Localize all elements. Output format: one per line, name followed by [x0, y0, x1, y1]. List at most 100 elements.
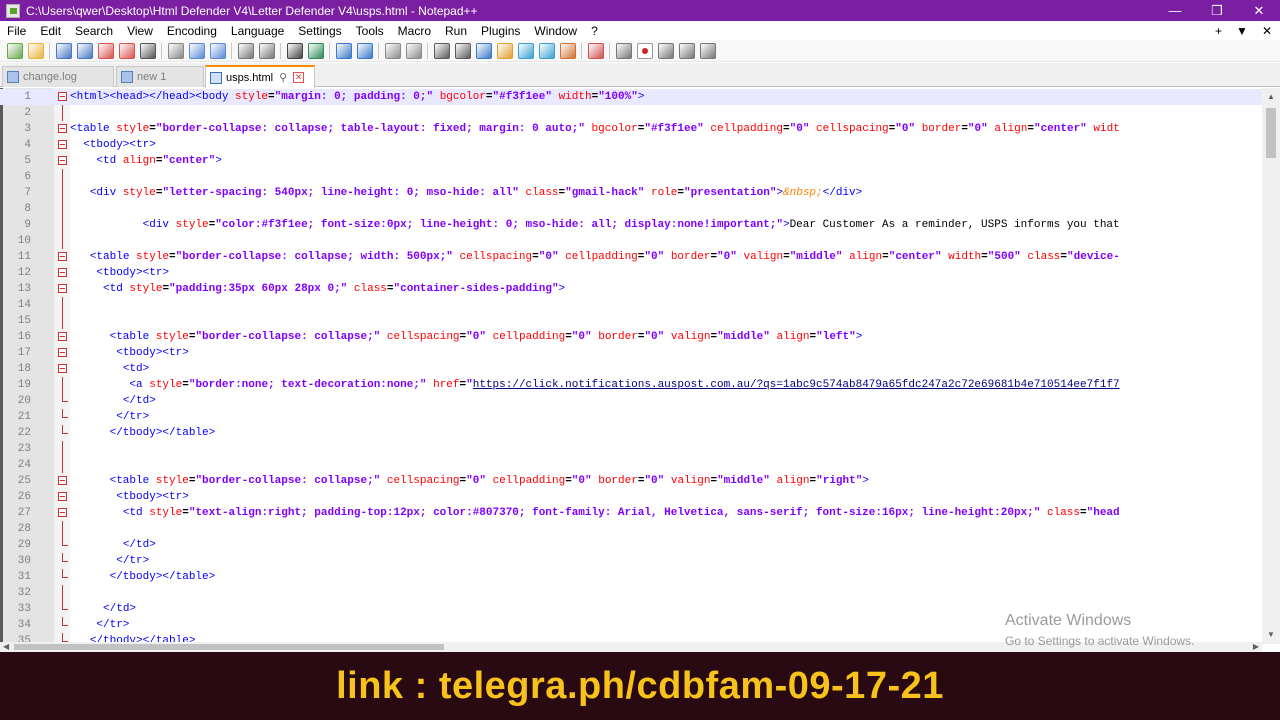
menu-edit[interactable]: Edit	[33, 24, 68, 38]
code-line[interactable]: 18 <td>	[0, 361, 1262, 377]
doc-map-icon[interactable]	[517, 42, 534, 59]
replace-icon[interactable]	[307, 42, 324, 59]
menu-settings[interactable]: Settings	[291, 24, 348, 38]
code-line[interactable]: 22 </tbody></table>	[0, 425, 1262, 441]
menu-macro[interactable]: Macro	[391, 24, 438, 38]
tab-usps-html[interactable]: usps.html ⚲ ✕	[205, 65, 315, 88]
fold-toggle-icon[interactable]	[58, 124, 67, 133]
indent-guide-icon[interactable]	[475, 42, 492, 59]
code-line[interactable]: 14	[0, 297, 1262, 313]
menu-window[interactable]: Window	[527, 24, 584, 38]
code-line[interactable]: 3 <table style="border-collapse: collapse…	[0, 121, 1262, 137]
record-macro-icon[interactable]	[615, 42, 632, 59]
zoom-out-icon[interactable]	[356, 42, 373, 59]
horizontal-scroll-thumb[interactable]	[14, 644, 444, 650]
code-line[interactable]: 7 <div style="letter-spacing: 540px; lin…	[0, 185, 1262, 201]
scroll-left-arrow-icon[interactable]: ◀	[3, 642, 9, 652]
code-line[interactable]: 11 <table style="border-collapse: collap…	[0, 249, 1262, 265]
menu-view[interactable]: View	[120, 24, 160, 38]
code-line[interactable]: 24	[0, 457, 1262, 473]
code-line[interactable]: 10	[0, 233, 1262, 249]
menu-encoding[interactable]: Encoding	[160, 24, 224, 38]
scroll-down-arrow-icon[interactable]: ▼	[1262, 628, 1280, 642]
save-macro-icon[interactable]	[699, 42, 716, 59]
menu-file[interactable]: File	[0, 24, 33, 38]
tab-new-1[interactable]: new 1	[116, 66, 204, 87]
code-line[interactable]: 15	[0, 313, 1262, 329]
code-line[interactable]: 4 <tbody><tr>	[0, 137, 1262, 153]
close-doc-icon[interactable]: ✕	[1262, 24, 1272, 38]
close-icon[interactable]	[97, 42, 114, 59]
fold-toggle-icon[interactable]	[58, 252, 67, 261]
close-window-button[interactable]: ✕	[1238, 0, 1280, 21]
word-wrap-icon[interactable]	[433, 42, 450, 59]
stop-record-icon[interactable]	[636, 42, 653, 59]
fold-toggle-icon[interactable]	[58, 140, 67, 149]
code-line[interactable]: 20 </td>	[0, 393, 1262, 409]
code-line[interactable]: 26 <tbody><tr>	[0, 489, 1262, 505]
code-line[interactable]: 5 <td align="center">	[0, 153, 1262, 169]
play-macro-icon[interactable]	[657, 42, 674, 59]
code-line[interactable]: 2	[0, 105, 1262, 121]
fold-toggle-icon[interactable]	[58, 492, 67, 501]
code-line[interactable]: 8	[0, 201, 1262, 217]
code-line[interactable]: 13 <td style="padding:35px 60px 28px 0;"…	[0, 281, 1262, 297]
menu-language[interactable]: Language	[224, 24, 291, 38]
menu-plugins[interactable]: Plugins	[474, 24, 527, 38]
sync-horizontal-icon[interactable]	[405, 42, 422, 59]
show-all-chars-icon[interactable]	[454, 42, 471, 59]
menu-run[interactable]: Run	[438, 24, 474, 38]
function-list-icon[interactable]	[538, 42, 555, 59]
code-line[interactable]: 25 <table style="border-collapse: collap…	[0, 473, 1262, 489]
minimize-button[interactable]: —	[1154, 0, 1196, 21]
code-line[interactable]: 9 <div style="color:#f3f1ee; font-size:0…	[0, 217, 1262, 233]
cut-icon[interactable]	[167, 42, 184, 59]
code-line[interactable]: 17 <tbody><tr>	[0, 345, 1262, 361]
code-line[interactable]: 16 <table style="border-collapse: collap…	[0, 329, 1262, 345]
fold-toggle-icon[interactable]	[58, 92, 67, 101]
save-all-icon[interactable]	[76, 42, 93, 59]
redo-icon[interactable]	[258, 42, 275, 59]
fold-toggle-icon[interactable]	[58, 332, 67, 341]
fold-toggle-icon[interactable]	[58, 508, 67, 517]
code-line[interactable]: 30 </tr>	[0, 553, 1262, 569]
monitoring-icon[interactable]	[587, 42, 604, 59]
find-icon[interactable]	[286, 42, 303, 59]
code-line[interactable]: 19 <a style="border:none; text-decoratio…	[0, 377, 1262, 393]
run-macro-multiple-icon[interactable]	[678, 42, 695, 59]
menu-help[interactable]: ?	[584, 24, 605, 38]
code-line[interactable]: 27 <td style="text-align:right; padding-…	[0, 505, 1262, 521]
close-tab-icon[interactable]: ✕	[293, 72, 305, 83]
code-editor[interactable]: 1 <html><head></head><body style="margin:…	[0, 88, 1280, 644]
print-icon[interactable]	[139, 42, 156, 59]
fold-toggle-icon[interactable]	[58, 364, 67, 373]
copy-icon[interactable]	[188, 42, 205, 59]
paste-icon[interactable]	[209, 42, 226, 59]
zoom-in-icon[interactable]	[335, 42, 352, 59]
scroll-right-arrow-icon[interactable]: ▶	[1253, 642, 1259, 652]
code-line[interactable]: 31 </tbody></table>	[0, 569, 1262, 585]
code-line[interactable]: 32	[0, 585, 1262, 601]
tab-change-log[interactable]: change.log	[2, 66, 114, 87]
menu-search[interactable]: Search	[68, 24, 120, 38]
code-line[interactable]: 28	[0, 521, 1262, 537]
vertical-scroll-thumb[interactable]	[1266, 108, 1276, 158]
fold-toggle-icon[interactable]	[58, 156, 67, 165]
code-line[interactable]: 12 <tbody><tr>	[0, 265, 1262, 281]
code-line[interactable]: 29 </td>	[0, 537, 1262, 553]
code-line[interactable]: 23	[0, 441, 1262, 457]
pin-icon[interactable]: ⚲	[279, 71, 287, 84]
code-line[interactable]: 1 <html><head></head><body style="margin:…	[0, 89, 1262, 105]
new-tab-plus-icon[interactable]: +	[1215, 24, 1222, 38]
fold-toggle-icon[interactable]	[58, 476, 67, 485]
scroll-up-arrow-icon[interactable]: ▲	[1262, 90, 1280, 104]
fold-toggle-icon[interactable]	[58, 268, 67, 277]
user-lang-icon[interactable]	[496, 42, 513, 59]
sync-vertical-icon[interactable]	[384, 42, 401, 59]
undo-icon[interactable]	[237, 42, 254, 59]
code-line[interactable]: 21 </tr>	[0, 409, 1262, 425]
code-line[interactable]: 6	[0, 169, 1262, 185]
restore-button[interactable]: ❐	[1196, 0, 1238, 21]
menu-tools[interactable]: Tools	[349, 24, 391, 38]
vertical-scrollbar[interactable]: ▲ ▼	[1262, 88, 1280, 644]
